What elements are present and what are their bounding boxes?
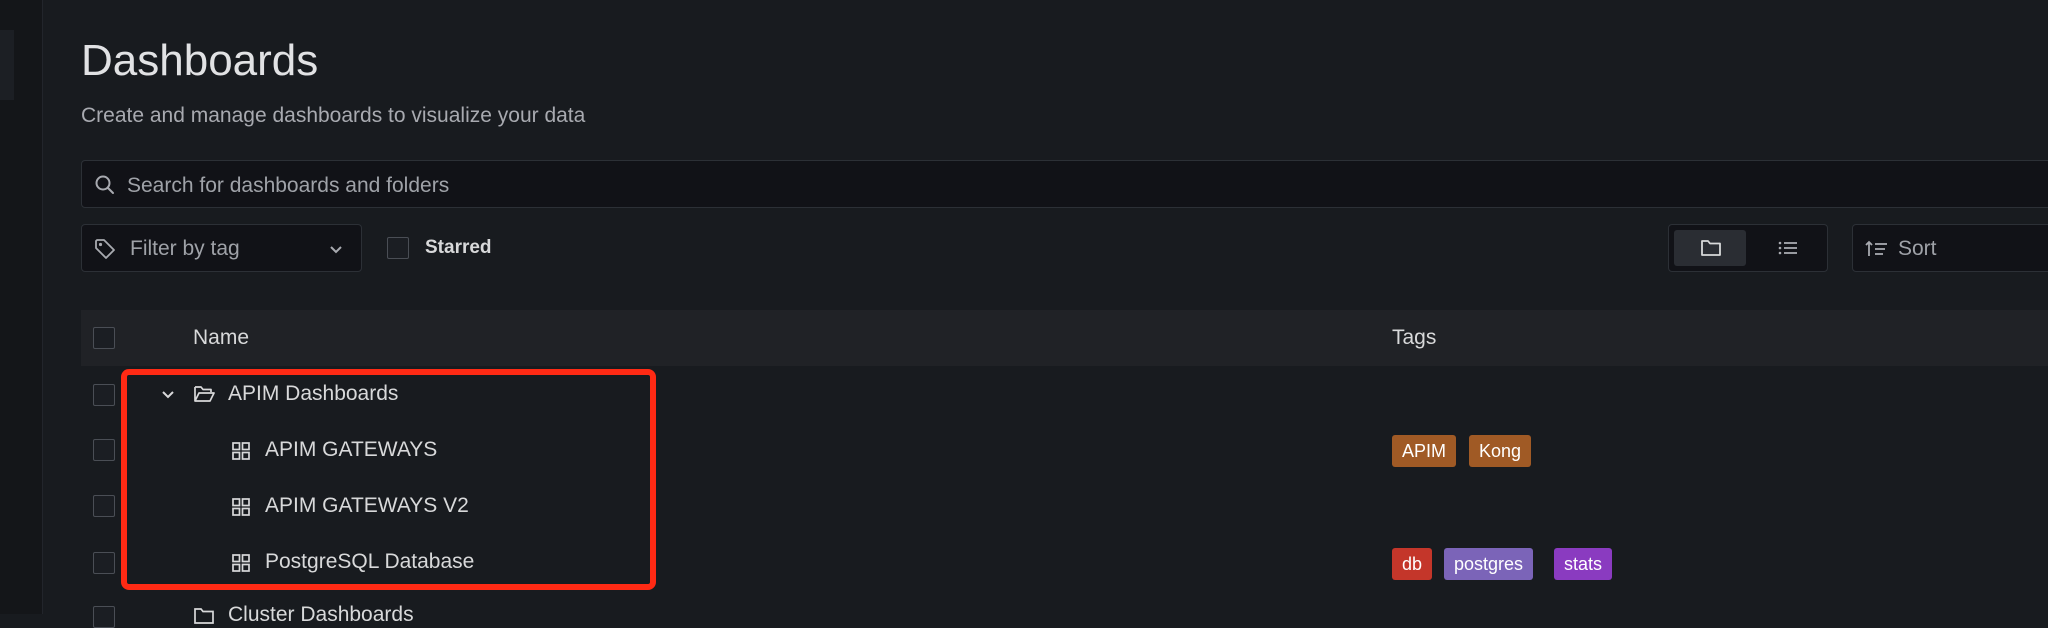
view-toggle xyxy=(1668,224,1828,272)
page-subtitle: Create and manage dashboards to visualiz… xyxy=(81,104,586,127)
table-header xyxy=(81,310,2048,366)
folder-view-button[interactable] xyxy=(1674,230,1746,266)
row-checkbox[interactable] xyxy=(93,606,115,628)
tag-filter-select[interactable]: Filter by tag xyxy=(81,224,362,272)
folder-icon xyxy=(194,608,214,624)
row-checkbox[interactable] xyxy=(93,552,115,574)
search-placeholder: Search for dashboards and folders xyxy=(127,174,450,197)
column-header-name[interactable]: Name xyxy=(193,326,249,350)
select-all-checkbox[interactable] xyxy=(93,327,115,349)
chevron-down-icon xyxy=(330,246,342,254)
highlight-annotation xyxy=(121,369,656,590)
row-checkbox[interactable] xyxy=(93,495,115,517)
folder-icon xyxy=(1701,240,1721,256)
page-title: Dashboards xyxy=(81,36,319,85)
tag-badge[interactable]: db xyxy=(1392,548,1433,580)
tag-badge[interactable]: postgres xyxy=(1444,548,1534,580)
tag-icon xyxy=(95,239,115,259)
row-checkbox[interactable] xyxy=(93,384,115,406)
tag-badge[interactable]: APIM xyxy=(1392,435,1457,467)
tag-badge[interactable]: stats xyxy=(1554,548,1613,580)
search-icon xyxy=(95,175,114,194)
starred-label: Starred xyxy=(425,237,492,258)
search-input[interactable]: Search for dashboards and folders xyxy=(81,160,2048,208)
list-icon xyxy=(1778,241,1797,255)
side-menu-item[interactable] xyxy=(0,30,14,100)
row-checkbox[interactable] xyxy=(93,439,115,461)
sort-select[interactable]: Sort xyxy=(1852,224,2048,272)
side-menu-edge xyxy=(0,0,43,614)
sort-label: Sort xyxy=(1898,237,1937,260)
sort-icon xyxy=(1865,240,1887,256)
folder-name[interactable]: Cluster Dashboards xyxy=(228,603,414,627)
starred-checkbox[interactable] xyxy=(387,237,409,259)
tag-badge[interactable]: Kong xyxy=(1469,435,1532,467)
column-header-tags: Tags xyxy=(1392,326,1437,349)
list-view-button[interactable] xyxy=(1751,230,1823,266)
tag-filter-label: Filter by tag xyxy=(130,237,240,260)
